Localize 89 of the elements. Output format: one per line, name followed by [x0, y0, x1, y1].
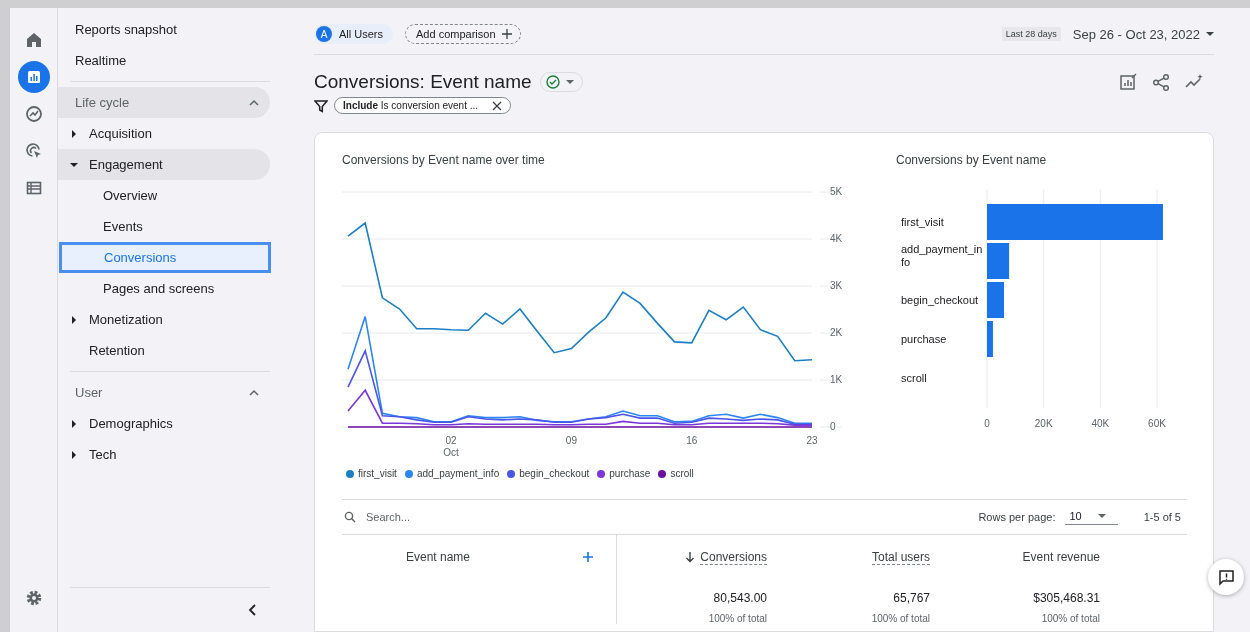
- nav-item[interactable]: Acquisition: [58, 118, 270, 149]
- total-value: 65,767: [893, 591, 930, 605]
- caret-right-icon: [70, 450, 78, 459]
- date-preset-tag: Last 28 days: [1001, 27, 1061, 41]
- legend-label: first_visit: [358, 468, 397, 479]
- nav-item[interactable]: Pages and screens: [58, 273, 270, 304]
- section-header[interactable]: Life cycle: [58, 87, 270, 118]
- axis-label: 0: [984, 418, 990, 429]
- legend-label: purchase: [609, 468, 651, 479]
- add-icon[interactable]: [582, 551, 594, 563]
- nav-item[interactable]: Monetization: [58, 304, 270, 335]
- share-icon[interactable]: [1152, 72, 1171, 92]
- column-header[interactable]: Event revenue: [1022, 550, 1100, 564]
- legend-dot: [346, 469, 354, 478]
- caret-right-icon: [70, 315, 78, 324]
- column-header[interactable]: Conversions: [700, 549, 767, 565]
- bar: [987, 243, 1010, 279]
- total-share: 100% of total: [871, 613, 930, 624]
- total-value: 80,543.00: [713, 591, 767, 605]
- chart-title: Conversions by Event name over time: [342, 153, 546, 167]
- pagination-label: 1-5 of 5: [1143, 511, 1181, 523]
- legend-dot: [507, 469, 516, 478]
- legend-dot: [658, 469, 667, 478]
- date-range-picker[interactable]: Sep 26 - Oct 23, 2022: [1072, 26, 1214, 42]
- edit-chart-icon[interactable]: [1119, 72, 1138, 92]
- axis-label: 1K: [830, 373, 842, 385]
- feedback-icon: [1217, 568, 1235, 586]
- filter-text: Include Is conversion event ...: [343, 100, 479, 111]
- total-share: 100% of total: [1041, 613, 1100, 624]
- nav-item[interactable]: Conversions: [59, 242, 271, 273]
- caret-down-icon: [565, 78, 574, 86]
- axis-label: 2K: [830, 326, 842, 338]
- section-header[interactable]: User: [58, 377, 270, 408]
- caret-right-icon: [70, 419, 78, 428]
- plus-icon: [501, 29, 512, 39]
- axis-label: 4K: [830, 232, 842, 244]
- axis-label: 60K: [1148, 418, 1166, 429]
- axis-label: 0: [830, 420, 836, 432]
- chart-title: Conversions by Event name: [896, 153, 1048, 167]
- legend-label: scroll: [670, 468, 694, 479]
- bar: [987, 282, 1004, 318]
- bar: [987, 321, 993, 357]
- axis-label: 3K: [830, 279, 842, 291]
- category-label: begin_checkout: [901, 294, 979, 306]
- category-label: add_payment_info: [901, 243, 983, 268]
- filter-icon[interactable]: [314, 98, 328, 113]
- category-label: scroll: [901, 372, 927, 384]
- axis-label: 5K: [830, 185, 842, 197]
- bar-chart-icon[interactable]: [17, 61, 50, 93]
- column-header: Event name: [406, 550, 471, 564]
- close-icon[interactable]: [492, 100, 503, 111]
- nav-item[interactable]: Retention: [58, 335, 270, 366]
- rows-per-page-select[interactable]: 10: [1065, 509, 1118, 525]
- category-label: first_visit: [901, 216, 944, 228]
- rows-per-page-label: Rows per page:: [978, 511, 1056, 523]
- nav-item[interactable]: Engagement: [58, 149, 270, 180]
- nav-item[interactable]: Realtime: [58, 45, 270, 76]
- axis-label: 02 Oct: [443, 435, 459, 458]
- segment-label: All Users: [339, 28, 383, 40]
- axis-label: 16: [686, 435, 698, 446]
- search-icon: [344, 511, 356, 523]
- axis-label: 20K: [1034, 418, 1053, 429]
- legend-label: add_payment_info: [416, 468, 500, 479]
- status-dropdown[interactable]: [539, 72, 583, 92]
- caret-down-icon: [70, 160, 78, 169]
- nav-item[interactable]: Tech: [58, 439, 270, 470]
- check-circle-icon: [545, 75, 560, 89]
- column-header[interactable]: Total users: [871, 549, 930, 565]
- legend-dot: [404, 469, 413, 478]
- axis-label: 09: [565, 435, 577, 446]
- category-label: purchase: [901, 333, 947, 345]
- nav-item[interactable]: Demographics: [58, 408, 270, 439]
- legend-label: begin_checkout: [519, 468, 590, 479]
- total-value: $305,468.31: [1033, 591, 1100, 605]
- caret-right-icon: [70, 129, 78, 138]
- nav-item[interactable]: Overview: [58, 180, 270, 211]
- avatar-badge: A: [316, 26, 332, 42]
- search-field[interactable]: Search...: [364, 510, 979, 524]
- legend-dot: [597, 469, 606, 478]
- caret-down-icon: [1206, 30, 1214, 38]
- axis-label: 23: [806, 435, 818, 446]
- filter-chip[interactable]: Include Is conversion event ...: [334, 97, 512, 114]
- page-title: Conversions: Event name: [314, 71, 532, 93]
- nav-item[interactable]: Reports snapshot: [58, 14, 270, 45]
- axis-label: 40K: [1091, 418, 1110, 429]
- nav-item[interactable]: Events: [58, 211, 270, 242]
- caret-down-icon: [1097, 511, 1106, 520]
- segment-chip[interactable]: A All Users: [314, 24, 393, 44]
- total-share: 100% of total: [708, 613, 767, 624]
